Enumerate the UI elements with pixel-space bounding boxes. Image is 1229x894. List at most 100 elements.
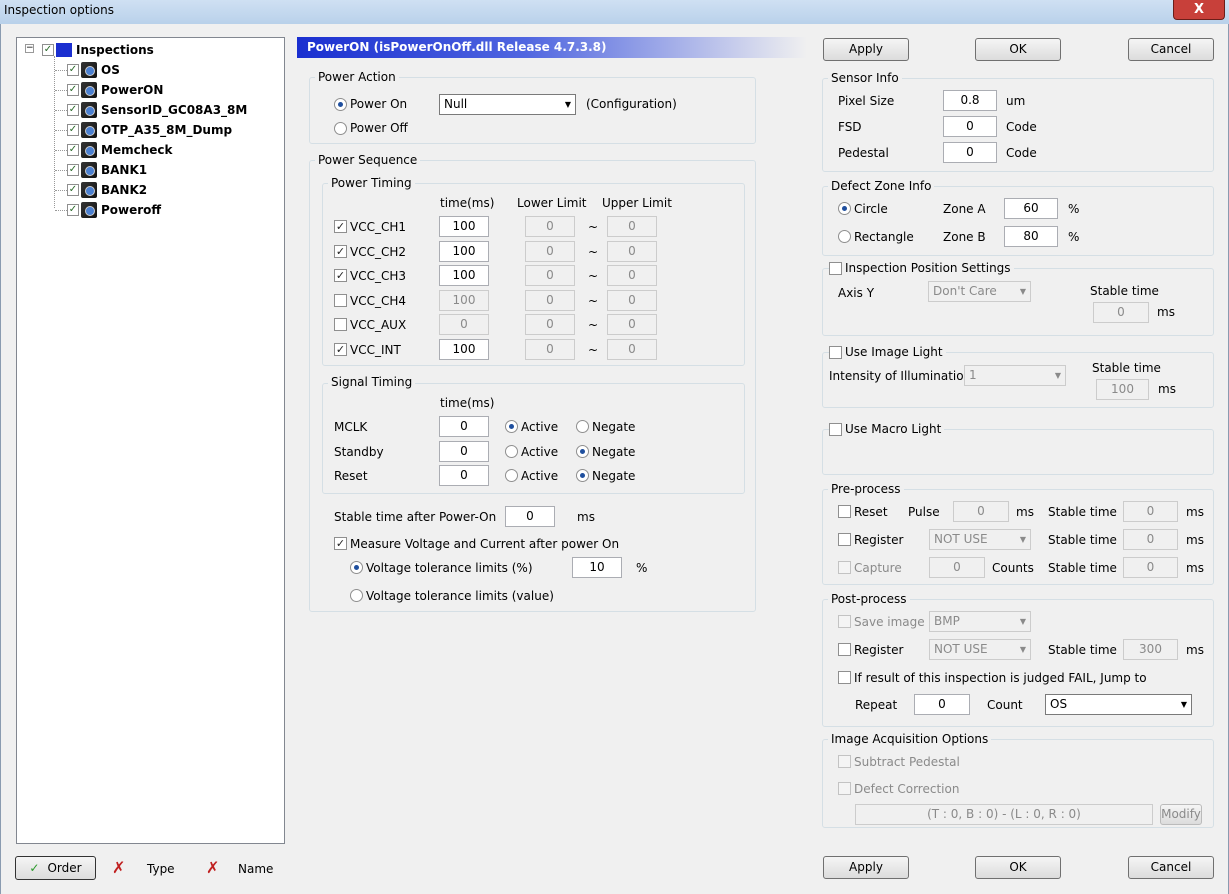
tree-item[interactable]: ✓ Poweroff xyxy=(67,201,161,219)
defect-correction-checkbox[interactable] xyxy=(838,782,851,795)
power-off-radio[interactable] xyxy=(334,122,347,135)
fail-jump-checkbox[interactable] xyxy=(838,671,851,684)
image-light-checkbox[interactable] xyxy=(829,346,842,359)
pre-capture-stable-input[interactable]: 0 xyxy=(1123,557,1178,578)
tree-item-checkbox[interactable]: ✓ xyxy=(67,124,79,136)
save-image-checkbox[interactable] xyxy=(838,615,851,628)
inspection-tree[interactable]: − ✓ Inspections ✓ OS ✓ PowerON ✓ SensorID_GC0… xyxy=(16,37,285,844)
light-stable-input[interactable]: 100 xyxy=(1096,379,1149,400)
vcc-upper-input[interactable]: 0 xyxy=(607,314,657,335)
tree-item[interactable]: ✓ BANK1 xyxy=(67,161,147,179)
rectangle-radio[interactable] xyxy=(838,230,851,243)
signal-time-input[interactable]: 0 xyxy=(439,465,489,486)
apply-button-top[interactable]: Apply xyxy=(823,38,909,61)
power-on-select[interactable]: Null ▼ xyxy=(439,94,576,115)
vcc-checkbox[interactable] xyxy=(334,293,347,307)
post-register-select[interactable]: NOT USE ▼ xyxy=(929,639,1031,660)
vcc-upper-input[interactable]: 0 xyxy=(607,289,657,311)
tree-item-checkbox[interactable]: ✓ xyxy=(67,144,79,156)
signal-active-radio[interactable] xyxy=(505,469,518,482)
apply-button-bottom[interactable]: Apply xyxy=(823,856,909,879)
vcc-checkbox[interactable]: ✓ xyxy=(334,220,347,233)
signal-negate-radio[interactable] xyxy=(576,444,589,458)
vcc-lower-input[interactable]: 0 xyxy=(525,216,575,237)
tree-root[interactable]: ✓ Inspections xyxy=(42,41,154,59)
vcc-time-input[interactable]: 100 xyxy=(439,240,489,262)
signal-time-input[interactable]: 0 xyxy=(439,416,489,437)
pulse-input[interactable]: 0 xyxy=(953,501,1009,522)
post-stable-input[interactable]: 300 xyxy=(1123,639,1178,660)
order-button[interactable]: ✓ Order xyxy=(15,856,96,880)
vcc-time-input[interactable]: 100 xyxy=(439,265,489,286)
circle-radio[interactable] xyxy=(838,202,851,215)
signal-negate-radio[interactable] xyxy=(576,420,589,433)
vcc-time-input[interactable]: 0 xyxy=(439,314,489,335)
tree-item-checkbox[interactable]: ✓ xyxy=(67,164,79,176)
collapse-icon[interactable]: − xyxy=(25,44,34,53)
tol-val-radio[interactable] xyxy=(350,589,363,602)
close-button[interactable]: X xyxy=(1173,0,1225,20)
cancel-button-bottom[interactable]: Cancel xyxy=(1128,856,1214,879)
vcc-time-input[interactable]: 100 xyxy=(439,216,489,237)
stable-after-input[interactable]: 0 xyxy=(505,506,555,527)
modify-button[interactable]: Modify xyxy=(1160,804,1202,825)
correction-rect-field[interactable]: (T : 0, B : 0) - (L : 0, R : 0) xyxy=(855,804,1153,825)
vcc-upper-input[interactable]: 0 xyxy=(607,216,657,237)
insp-stable-input[interactable]: 0 xyxy=(1093,302,1149,323)
vcc-lower-input[interactable]: 0 xyxy=(525,338,575,360)
vcc-time-input[interactable]: 100 xyxy=(439,338,489,360)
post-register-checkbox[interactable] xyxy=(838,643,851,656)
cancel-button-top[interactable]: Cancel xyxy=(1128,38,1214,61)
vcc-lower-input[interactable]: 0 xyxy=(525,289,575,311)
name-label[interactable]: Name xyxy=(238,862,273,876)
pre-capture-checkbox[interactable] xyxy=(838,561,851,574)
vcc-checkbox[interactable]: ✓ xyxy=(334,269,347,282)
pre-register-select[interactable]: NOT USE ▼ xyxy=(929,529,1031,550)
tree-item[interactable]: ✓ PowerON xyxy=(67,81,163,99)
signal-active-radio[interactable] xyxy=(505,420,518,433)
tree-root-checkbox[interactable]: ✓ xyxy=(42,44,54,56)
insp-pos-checkbox[interactable] xyxy=(829,262,842,275)
tree-item-checkbox[interactable]: ✓ xyxy=(67,204,79,216)
signal-time-input[interactable]: 0 xyxy=(439,440,489,462)
vcc-lower-input[interactable]: 0 xyxy=(525,240,575,262)
pre-register-checkbox[interactable] xyxy=(838,533,851,546)
vcc-checkbox[interactable]: ✓ xyxy=(334,342,347,356)
jump-select[interactable]: OS ▼ xyxy=(1045,694,1192,715)
capture-count-input[interactable]: 0 xyxy=(929,557,985,578)
pre-reset-stable-input[interactable]: 0 xyxy=(1123,501,1178,522)
fsd-input[interactable]: 0 xyxy=(943,116,997,137)
pedestal-input[interactable]: 0 xyxy=(943,142,997,163)
tree-item-checkbox[interactable]: ✓ xyxy=(67,84,79,96)
repeat-input[interactable]: 0 xyxy=(914,694,970,715)
tol-pct-radio[interactable] xyxy=(350,561,363,574)
tree-item[interactable]: ✓ BANK2 xyxy=(67,181,147,199)
macro-light-checkbox[interactable] xyxy=(829,423,842,436)
tree-item[interactable]: ✓ OS xyxy=(67,61,120,79)
vcc-upper-input[interactable]: 0 xyxy=(607,240,657,262)
measure-checkbox[interactable]: ✓ xyxy=(334,537,347,550)
vcc-upper-input[interactable]: 0 xyxy=(607,265,657,286)
vcc-time-input[interactable]: 100 xyxy=(439,289,489,311)
vcc-checkbox[interactable] xyxy=(334,318,347,331)
vcc-lower-input[interactable]: 0 xyxy=(525,265,575,286)
tree-item-checkbox[interactable]: ✓ xyxy=(67,64,79,76)
pixel-size-input[interactable]: 0.8 xyxy=(943,90,997,111)
intensity-select[interactable]: 1 ▼ xyxy=(964,365,1066,386)
tree-item[interactable]: ✓ SensorID_GC08A3_8M xyxy=(67,101,247,119)
type-label[interactable]: Type xyxy=(147,862,175,876)
signal-active-radio[interactable] xyxy=(505,444,518,458)
pre-reset-checkbox[interactable] xyxy=(838,505,851,518)
zone-b-input[interactable]: 80 xyxy=(1004,226,1058,247)
power-on-radio[interactable] xyxy=(334,98,347,111)
pre-register-stable-input[interactable]: 0 xyxy=(1123,529,1178,550)
tol-pct-input[interactable]: 10 xyxy=(572,557,622,578)
signal-negate-radio[interactable] xyxy=(576,469,589,482)
vcc-checkbox[interactable]: ✓ xyxy=(334,244,347,258)
subtract-pedestal-checkbox[interactable] xyxy=(838,755,851,768)
tree-item-checkbox[interactable]: ✓ xyxy=(67,104,79,116)
axis-y-select[interactable]: Don't Care ▼ xyxy=(928,281,1031,302)
save-image-select[interactable]: BMP ▼ xyxy=(929,611,1031,632)
ok-button-bottom[interactable]: OK xyxy=(975,856,1061,879)
tree-item[interactable]: ✓ Memcheck xyxy=(67,141,172,159)
